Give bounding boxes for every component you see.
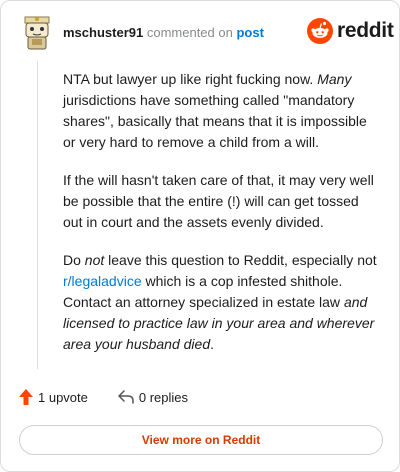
upvote-count: 1 upvote [38,389,88,405]
subreddit-link[interactable]: r/legaladvice [63,273,142,289]
upvote-arrow-icon [19,389,33,405]
comment-actions: 1 upvote 0 replies [19,389,188,405]
brand-wordmark: reddit [337,19,394,42]
user-avatar-icon[interactable] [19,15,55,51]
upvote-button[interactable]: 1 upvote [19,389,88,405]
embedded-comment-card: mschuster91 commented on post reddit NTA… [0,0,400,472]
comment-header: mschuster91 commented on post [63,25,264,40]
reddit-logo[interactable]: reddit [307,18,394,44]
post-link[interactable]: post [236,25,263,40]
comment-paragraph-3: Do not leave this question to Reddit, es… [63,252,377,352]
comment-paragraph-1: NTA but lawyer up like right fucking now… [63,71,367,150]
thread-line [37,61,38,369]
action-text: commented on [146,25,233,40]
comment-body: NTA but lawyer up like right fucking now… [63,69,381,372]
replies-button[interactable]: 0 replies [118,390,188,405]
reply-arrow-icon [118,390,134,404]
username-link[interactable]: mschuster91 [63,25,143,40]
view-more-button[interactable]: View more on Reddit [19,425,383,455]
reddit-snoo-icon [307,18,333,44]
reply-count: 0 replies [138,389,189,405]
comment-paragraph-2: If the will hasn't taken care of that, i… [63,172,374,230]
